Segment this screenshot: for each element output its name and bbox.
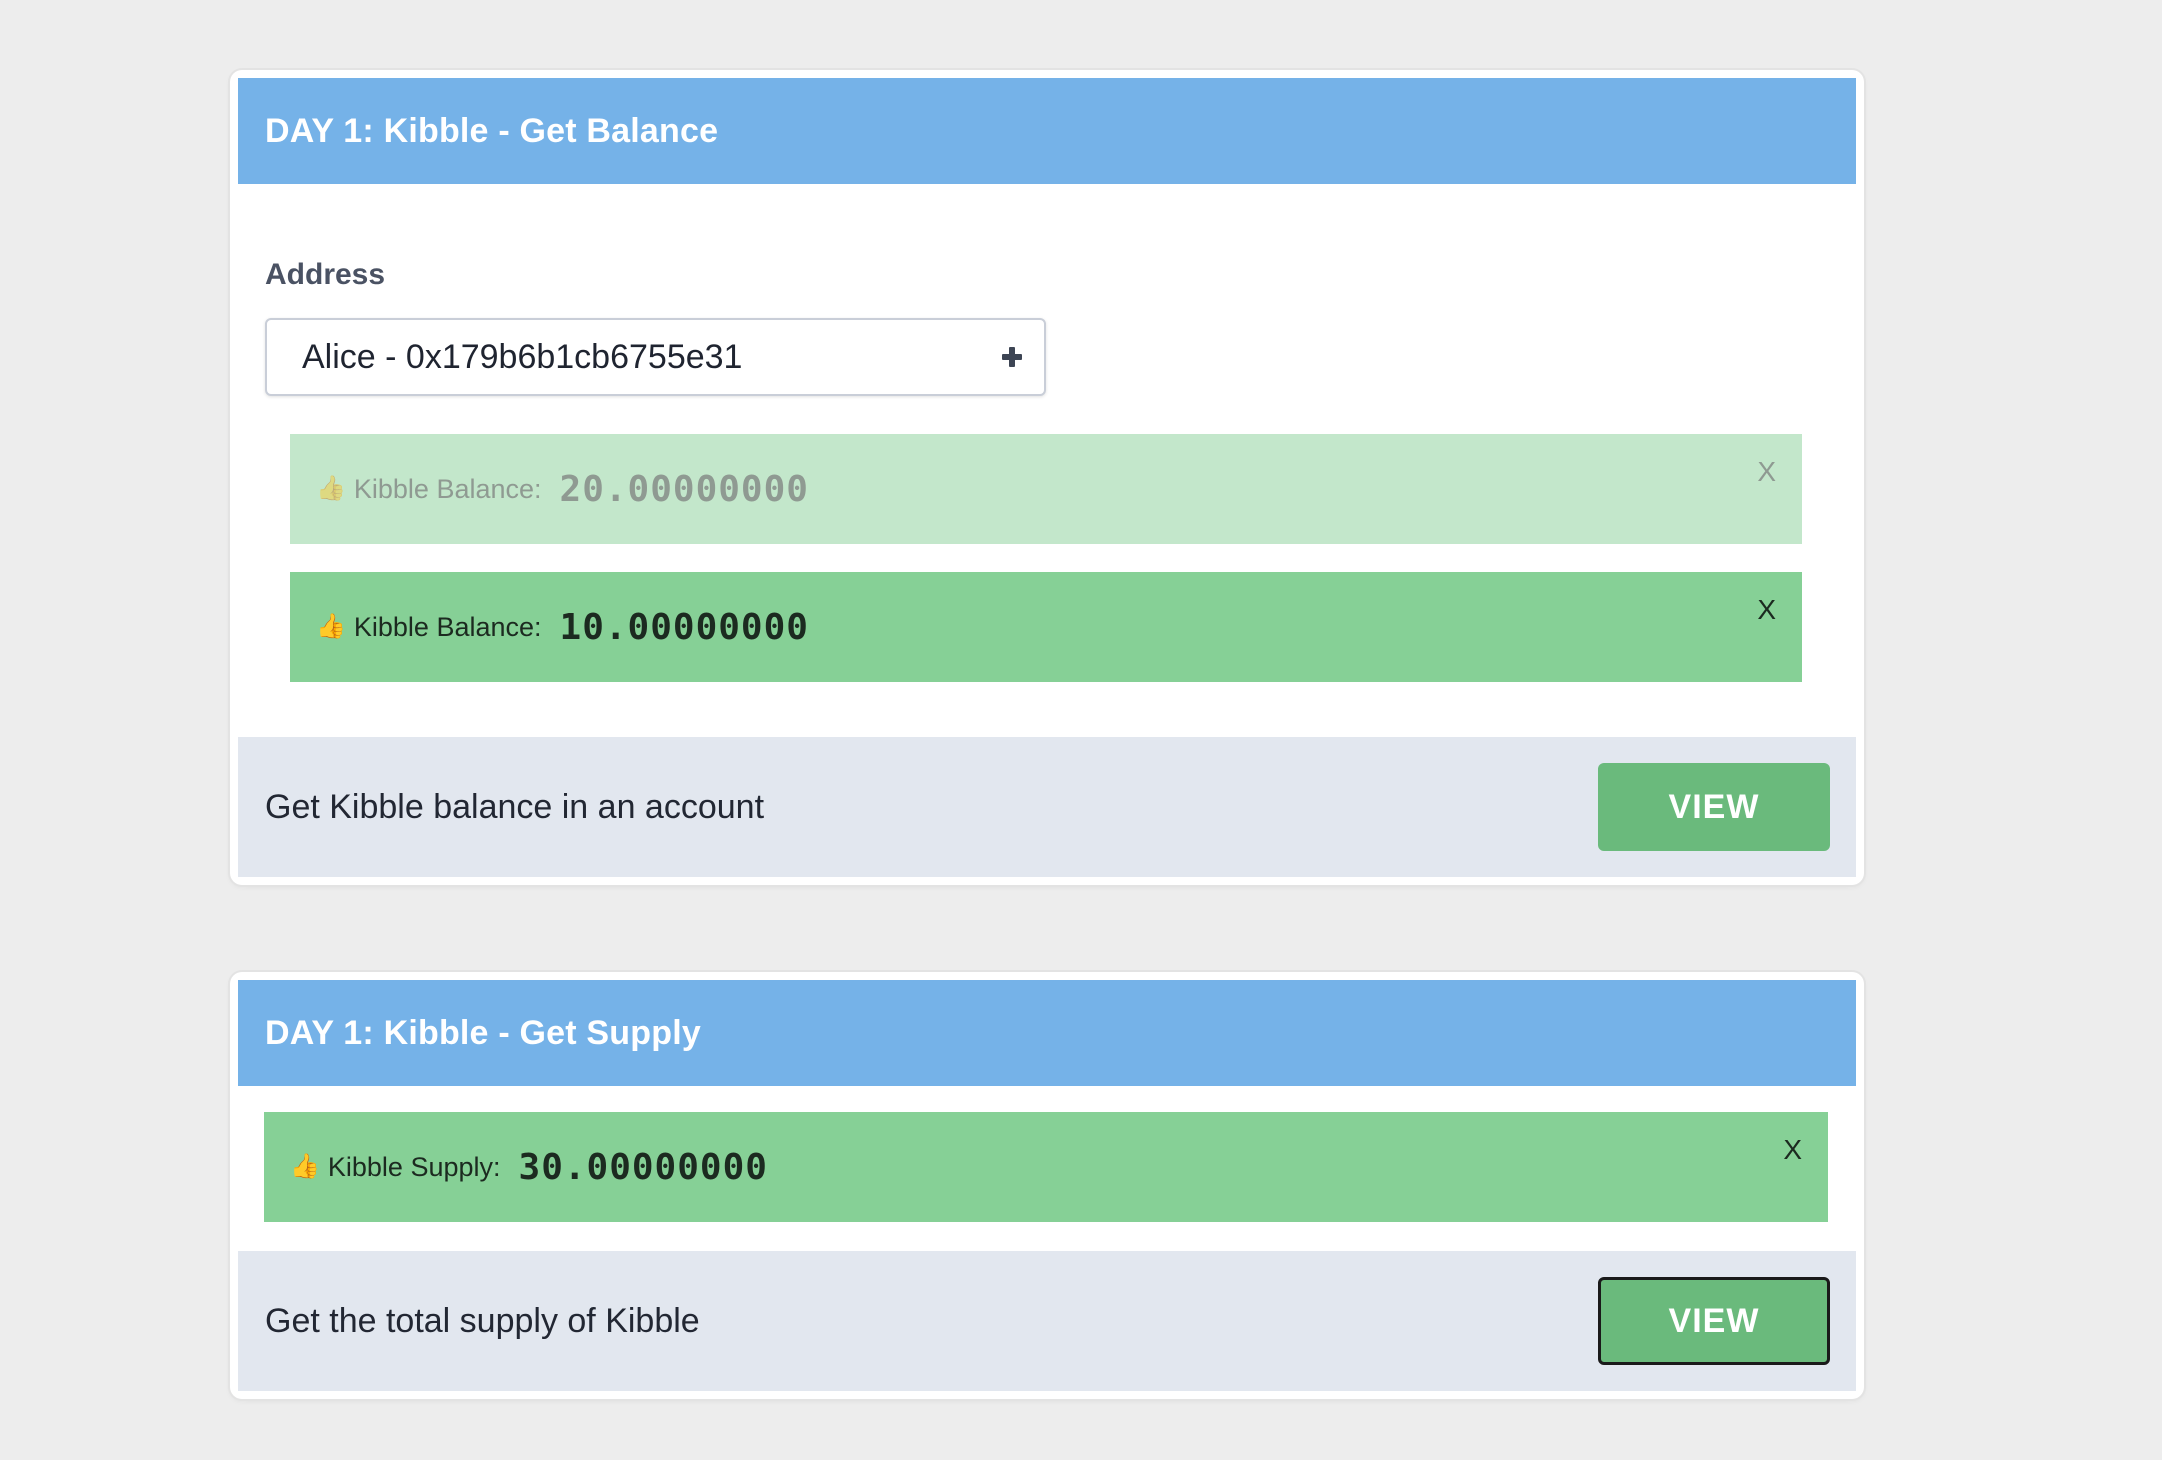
supply-result: 👍 Kibble Supply: 30.00000000 X — [264, 1112, 1828, 1222]
result-label: Kibble Balance: — [353, 611, 542, 642]
get-supply-card: DAY 1: Kibble - Get Supply 👍 Kibble Supp… — [230, 972, 1864, 1399]
close-result-button[interactable]: X — [1783, 1134, 1802, 1166]
thumbs-up-icon: 👍 — [316, 475, 346, 502]
address-label: Address — [265, 258, 386, 291]
thumbs-up-icon: 👍 — [290, 1153, 320, 1180]
view-supply-button[interactable]: VIEW — [1598, 1277, 1830, 1365]
balance-result-current: 👍 Kibble Balance: 10.00000000 X — [290, 572, 1802, 682]
card-header: DAY 1: Kibble - Get Balance — [238, 78, 1856, 184]
card-footer: Get the total supply of Kibble VIEW — [238, 1251, 1856, 1391]
close-result-button[interactable]: X — [1757, 456, 1776, 488]
close-result-button[interactable]: X — [1757, 594, 1776, 626]
plus-icon[interactable] — [1002, 347, 1022, 367]
result-value: 10.00000000 — [559, 606, 809, 648]
result-label: Kibble Supply: — [327, 1151, 501, 1182]
address-select-value: Alice - 0x179b6b1cb6755e31 — [302, 337, 743, 376]
result-value: 20.00000000 — [559, 468, 809, 510]
card-description: Get the total supply of Kibble — [265, 1301, 700, 1340]
card-header: DAY 1: Kibble - Get Supply — [238, 980, 1856, 1086]
address-select[interactable]: Alice - 0x179b6b1cb6755e31 — [265, 318, 1046, 396]
get-balance-card: DAY 1: Kibble - Get Balance Address Alic… — [230, 70, 1864, 885]
card-title: DAY 1: Kibble - Get Balance — [265, 111, 719, 150]
card-description: Get Kibble balance in an account — [265, 787, 765, 826]
card-footer: Get Kibble balance in an account VIEW — [238, 737, 1856, 877]
thumbs-up-icon: 👍 — [316, 613, 346, 640]
balance-result-previous: 👍 Kibble Balance: 20.00000000 X — [290, 434, 1802, 544]
result-value: 30.00000000 — [518, 1146, 768, 1188]
result-label: Kibble Balance: — [353, 473, 542, 504]
card-title: DAY 1: Kibble - Get Supply — [265, 1013, 701, 1052]
view-balance-button[interactable]: VIEW — [1598, 763, 1830, 851]
